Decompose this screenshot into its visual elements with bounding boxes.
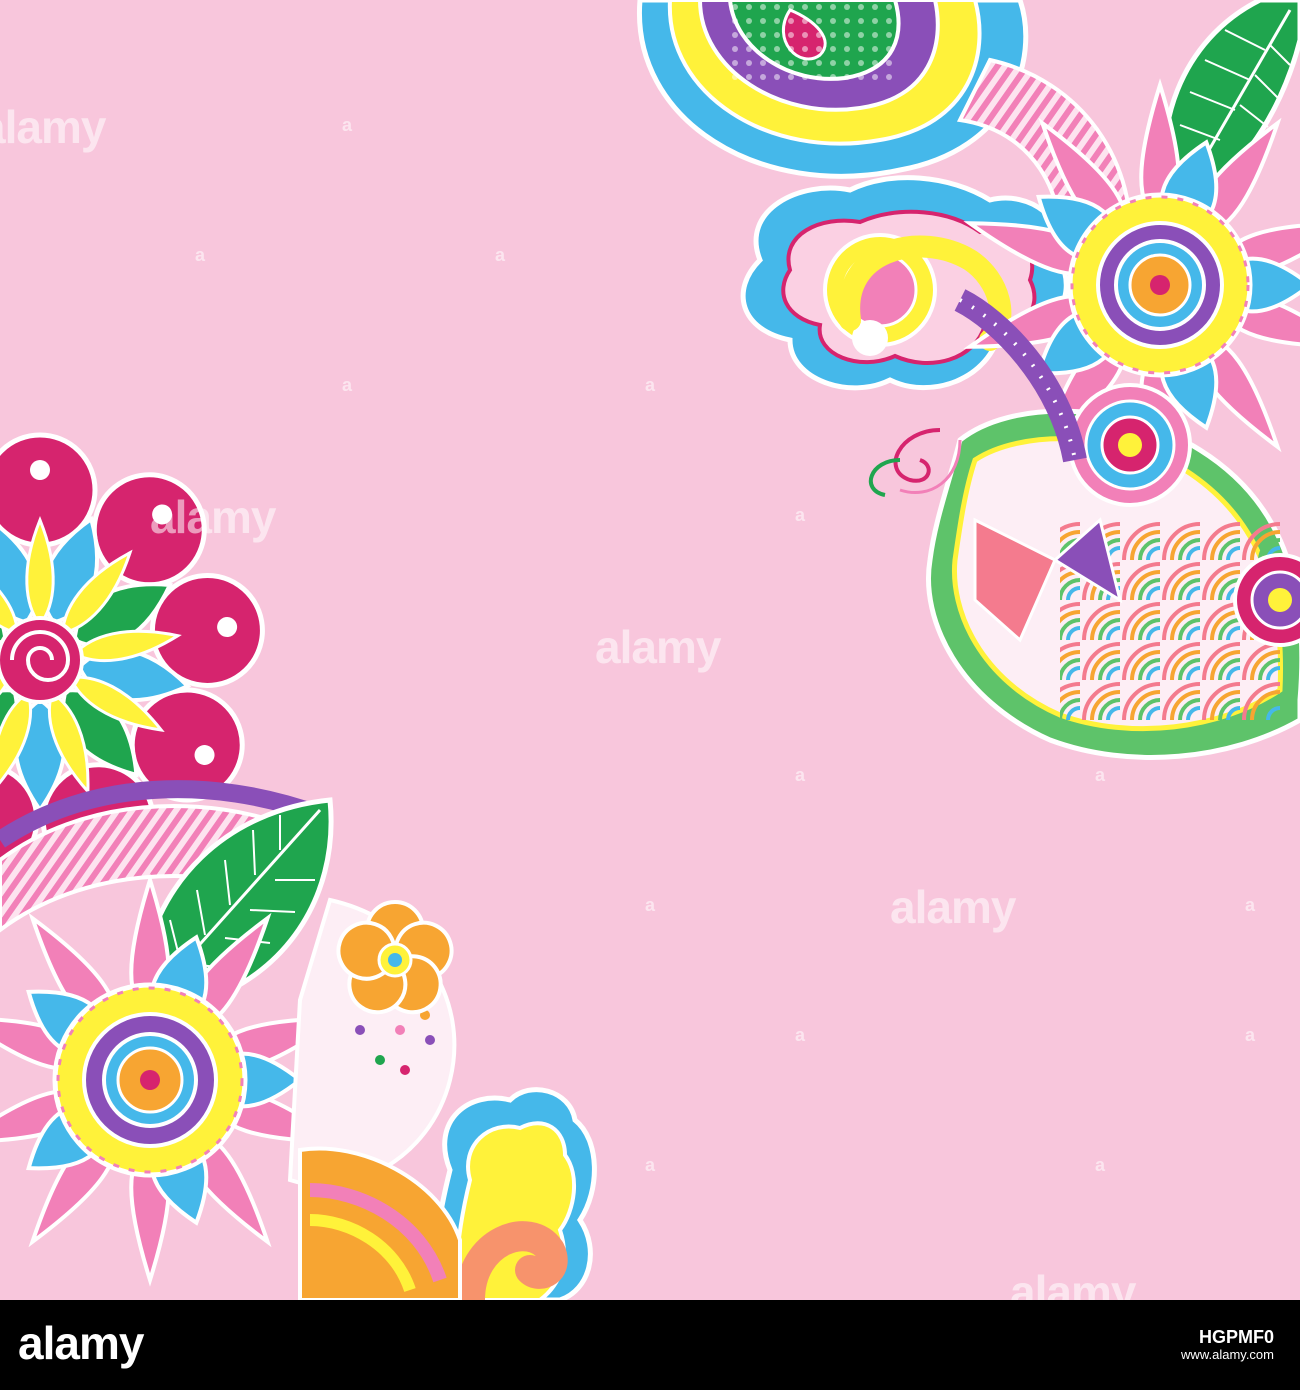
footer-logo: alamy	[18, 1317, 144, 1369]
watermark-text: alamy	[595, 621, 721, 673]
watermark-mark: a	[645, 1155, 655, 1175]
watermark-mark: a	[1245, 895, 1255, 915]
watermark-mark: a	[195, 245, 205, 265]
footer-image-id: HGPMF0	[1198, 1327, 1274, 1347]
footer-bar: alamy HGPMF0 www.alamy.com	[0, 1300, 1300, 1390]
watermark-mark: a	[342, 375, 352, 395]
watermark-mark: a	[1095, 1155, 1105, 1175]
watermark-text: alamy	[1010, 1266, 1136, 1300]
watermark-mark: a	[645, 895, 655, 915]
watermark-text: alamy	[150, 491, 276, 543]
watermark-text: alamy	[890, 881, 1016, 933]
bottom-left-cluster	[0, 432, 597, 1300]
watermark-mark: a	[342, 115, 352, 135]
watermark-text: alamy	[0, 101, 106, 153]
watermark-mark: a	[1245, 1025, 1255, 1045]
top-right-cluster	[637, 0, 1300, 760]
watermark-mark: a	[795, 765, 805, 785]
watermark-mark: a	[1095, 765, 1105, 785]
footer-image-info: HGPMF0 www.alamy.com	[1181, 1328, 1274, 1364]
watermark-mark: a	[645, 375, 655, 395]
watermark-mark: a	[795, 1025, 805, 1045]
artwork: alamy alamy alamy alamy alamy a a a a a …	[0, 0, 1300, 1300]
footer-url: www.alamy.com	[1181, 1347, 1274, 1362]
watermark-mark: a	[495, 245, 505, 265]
watermark-mark: a	[795, 505, 805, 525]
